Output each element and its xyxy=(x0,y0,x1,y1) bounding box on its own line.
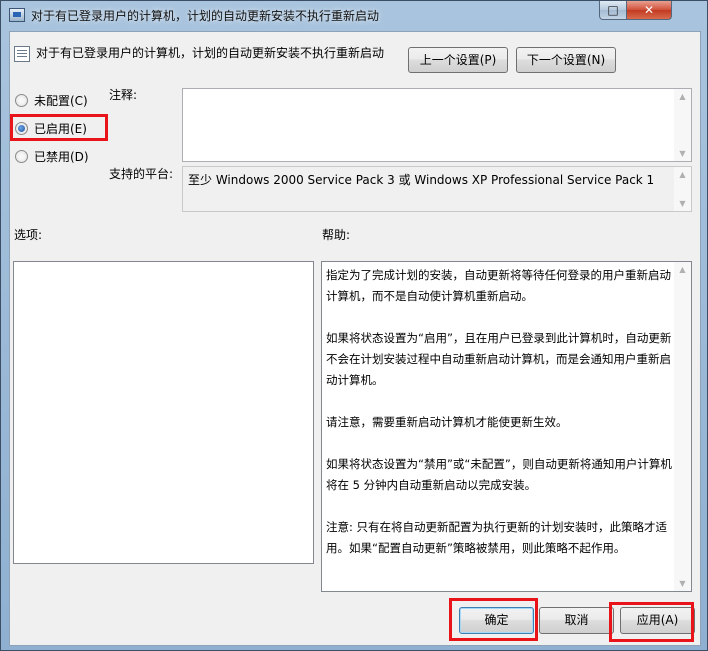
title-bar[interactable]: 对于有已登录用户的计算机，计划的自动更新安装不执行重新启动 □ ✕ xyxy=(1,1,707,29)
next-setting-button[interactable]: 下一个设置(N) xyxy=(516,47,616,73)
scroll-down-arrow-icon[interactable]: ▼ xyxy=(678,199,687,208)
close-button[interactable]: ✕ xyxy=(626,1,672,20)
supported-platform-label: 支持的平台: xyxy=(109,167,174,181)
help-text: 指定为了完成计划的安装，自动更新将等待任何登录的用户重新启动计算机，而不是自动使… xyxy=(326,265,672,580)
scroll-up-arrow-icon[interactable]: ▲ xyxy=(678,92,687,101)
previous-setting-button[interactable]: 上一个设置(P) xyxy=(408,47,508,73)
options-label: 选项: xyxy=(14,228,43,242)
dialog-client-area: 对于有已登录用户的计算机，计划的自动更新安装不执行重新启动 上一个设置(P) 下… xyxy=(9,31,701,646)
platform-scrollbar[interactable]: ▲ ▼ xyxy=(674,167,691,211)
radio-enabled[interactable]: 已启用(E) xyxy=(15,118,105,138)
options-panel xyxy=(13,261,314,564)
scroll-down-arrow-icon[interactable]: ▼ xyxy=(678,149,687,158)
help-paragraph: 如果将状态设置为“禁用”或“未配置”，则自动更新将通知用户计算机将在 5 分钟内… xyxy=(326,457,672,492)
help-label: 帮助: xyxy=(322,228,351,242)
radio-disabled[interactable]: 已禁用(D) xyxy=(15,146,105,166)
supported-platform-box: 至少 Windows 2000 Service Pack 3 或 Windows… xyxy=(182,166,692,212)
cancel-button[interactable]: 取消 xyxy=(539,607,614,634)
apply-button[interactable]: 应用(A) xyxy=(620,607,695,634)
radio-label: 未配置(C) xyxy=(34,93,88,108)
radio-button-icon[interactable] xyxy=(15,93,28,107)
policy-title: 对于有已登录用户的计算机，计划的自动更新安装不执行重新启动 xyxy=(36,46,385,60)
help-paragraph: 注意: 只有在将自动更新配置为执行更新的计划安装时，此策略才适用。如果“配置自动… xyxy=(326,520,668,555)
help-panel: 指定为了完成计划的安装，自动更新将等待任何登录的用户重新启动计算机，而不是自动使… xyxy=(321,261,692,592)
ok-button[interactable]: 确定 xyxy=(459,607,534,634)
window-title: 对于有已登录用户的计算机，计划的自动更新安装不执行重新启动 xyxy=(31,9,380,23)
radio-label: 已禁用(D) xyxy=(34,149,89,164)
comment-scrollbar[interactable]: ▲ ▼ xyxy=(674,89,691,161)
help-scrollbar[interactable]: ▲ ▼ xyxy=(674,262,691,591)
group-policy-icon xyxy=(9,8,25,22)
radio-button-checked-icon[interactable] xyxy=(15,121,28,135)
help-paragraph: 请注意，需要重新启动计算机才能使更新生效。 xyxy=(326,415,568,429)
scroll-up-arrow-icon[interactable]: ▲ xyxy=(678,265,687,274)
scroll-up-arrow-icon[interactable]: ▲ xyxy=(678,170,687,179)
help-paragraph: 指定为了完成计划的安装，自动更新将等待任何登录的用户重新启动计算机，而不是自动使… xyxy=(326,268,671,303)
policy-dialog-window: 对于有已登录用户的计算机，计划的自动更新安装不执行重新启动 □ ✕ 对于有已登录… xyxy=(0,0,708,651)
supported-platform-value: 至少 Windows 2000 Service Pack 3 或 Windows… xyxy=(188,173,655,187)
radio-not-configured[interactable]: 未配置(C) xyxy=(15,90,105,110)
radio-label: 已启用(E) xyxy=(34,121,87,136)
maximize-button[interactable]: □ xyxy=(599,1,627,20)
policy-setting-icon xyxy=(14,46,30,62)
comment-label: 注释: xyxy=(109,88,138,102)
comment-textarea[interactable]: ▲ ▼ xyxy=(182,88,692,162)
radio-button-icon[interactable] xyxy=(15,149,28,163)
help-paragraph: 如果将状态设置为“启用”，且在用户已登录到此计算机时，自动更新不会在计划安装过程… xyxy=(326,331,672,387)
scroll-down-arrow-icon[interactable]: ▼ xyxy=(678,579,687,588)
